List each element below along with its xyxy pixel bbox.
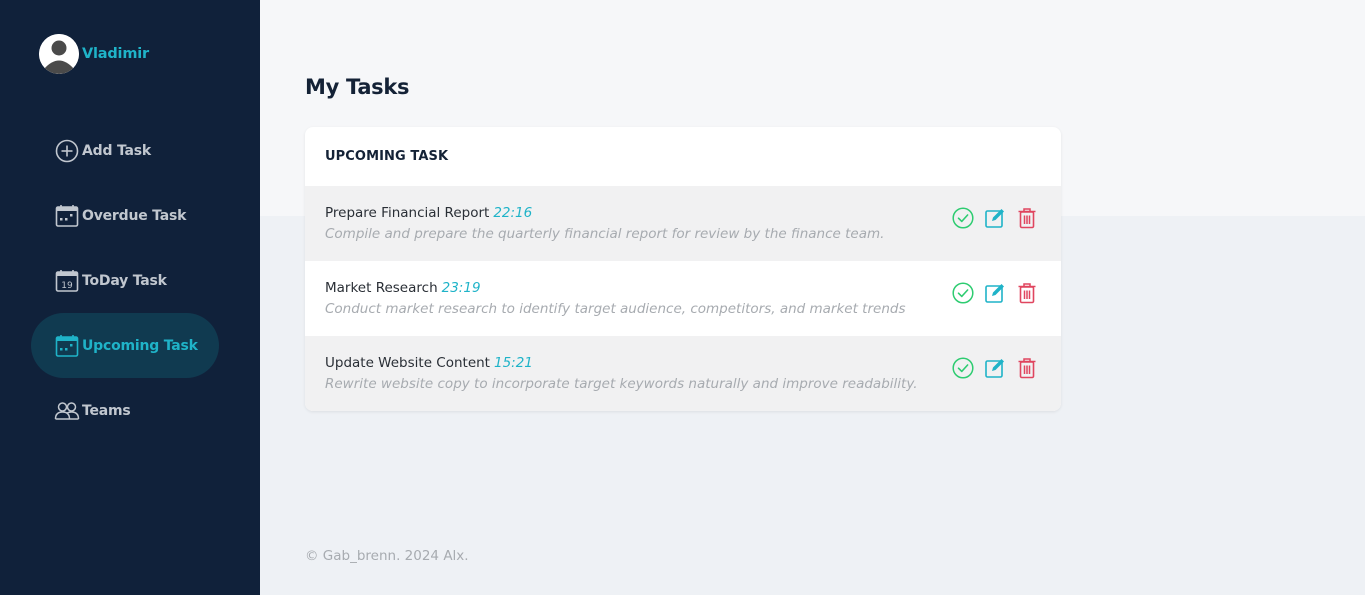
edit-task-button[interactable]	[983, 281, 1007, 305]
avatar[interactable]	[39, 34, 79, 74]
nav-label: Add Task	[82, 142, 151, 159]
task-actions	[943, 356, 1039, 380]
nav-item-today-task[interactable]: 19 ToDay Task	[31, 248, 219, 313]
task-title: Update Website Content	[325, 355, 490, 371]
upcoming-task-card: UPCOMING TASK Prepare Financial Report 22…	[305, 127, 1061, 411]
task-time: 22:16	[493, 205, 533, 221]
task-actions	[943, 281, 1039, 305]
sidebar: Vladimir Add Task Overdue Task 19 ToDay …	[0, 0, 260, 595]
page-title: My Tasks	[305, 75, 410, 99]
task-time: 15:21	[493, 355, 533, 371]
edit-icon	[985, 209, 1004, 228]
nav-item-add-task[interactable]: Add Task	[31, 118, 219, 183]
edit-icon	[985, 359, 1004, 378]
task-time: 23:19	[441, 280, 481, 296]
nav-item-overdue-task[interactable]: Overdue Task	[31, 183, 219, 248]
main-content: My Tasks UPCOMING TASK Prepare Financial…	[260, 0, 1365, 595]
task-actions	[943, 206, 1039, 230]
calendar-icon	[54, 203, 80, 229]
task-description: Conduct market research to identify targ…	[325, 301, 906, 317]
nav-item-upcoming-task[interactable]: Upcoming Task	[31, 313, 219, 378]
trash-icon	[1018, 208, 1036, 229]
task-item: Prepare Financial Report 22:16 Compile an…	[305, 186, 1061, 261]
task-title-line: Prepare Financial Report 22:16	[325, 205, 532, 221]
user-avatar-icon	[39, 34, 79, 74]
user-name: Vladimir	[82, 46, 149, 62]
plus-circle-icon	[54, 138, 80, 164]
nav-label: Teams	[82, 402, 131, 419]
nav-item-teams[interactable]: Teams	[31, 378, 219, 443]
trash-icon	[1018, 358, 1036, 379]
complete-task-button[interactable]	[951, 356, 975, 380]
task-item: Market Research 23:19 Conduct market rese…	[305, 261, 1061, 336]
check-circle-icon	[952, 207, 974, 229]
task-description: Compile and prepare the quarterly financ…	[325, 226, 885, 242]
nav-label: Upcoming Task	[82, 337, 198, 354]
task-title: Market Research	[325, 280, 438, 296]
people-icon	[54, 398, 80, 424]
task-title-line: Market Research 23:19	[325, 280, 481, 296]
edit-icon	[985, 284, 1004, 303]
delete-task-button[interactable]	[1015, 356, 1039, 380]
trash-icon	[1018, 283, 1036, 304]
card-header: UPCOMING TASK	[325, 149, 449, 164]
nav-label: ToDay Task	[82, 272, 167, 289]
check-circle-icon	[952, 282, 974, 304]
complete-task-button[interactable]	[951, 206, 975, 230]
check-circle-icon	[952, 357, 974, 379]
delete-task-button[interactable]	[1015, 281, 1039, 305]
calendar-icon	[54, 333, 80, 359]
task-description: Rewrite website copy to incorporate targ…	[325, 376, 918, 392]
task-title-line: Update Website Content 15:21	[325, 355, 533, 371]
footer-copyright: © Gab_brenn. 2024 Alx.	[305, 548, 469, 564]
svg-text:19: 19	[61, 281, 73, 291]
complete-task-button[interactable]	[951, 281, 975, 305]
nav-label: Overdue Task	[82, 207, 187, 224]
calendar-day-icon: 19	[54, 268, 80, 294]
edit-task-button[interactable]	[983, 356, 1007, 380]
edit-task-button[interactable]	[983, 206, 1007, 230]
task-title: Prepare Financial Report	[325, 205, 490, 221]
user-profile[interactable]: Vladimir	[39, 34, 149, 74]
task-item: Update Website Content 15:21 Rewrite webs…	[305, 336, 1061, 411]
delete-task-button[interactable]	[1015, 206, 1039, 230]
